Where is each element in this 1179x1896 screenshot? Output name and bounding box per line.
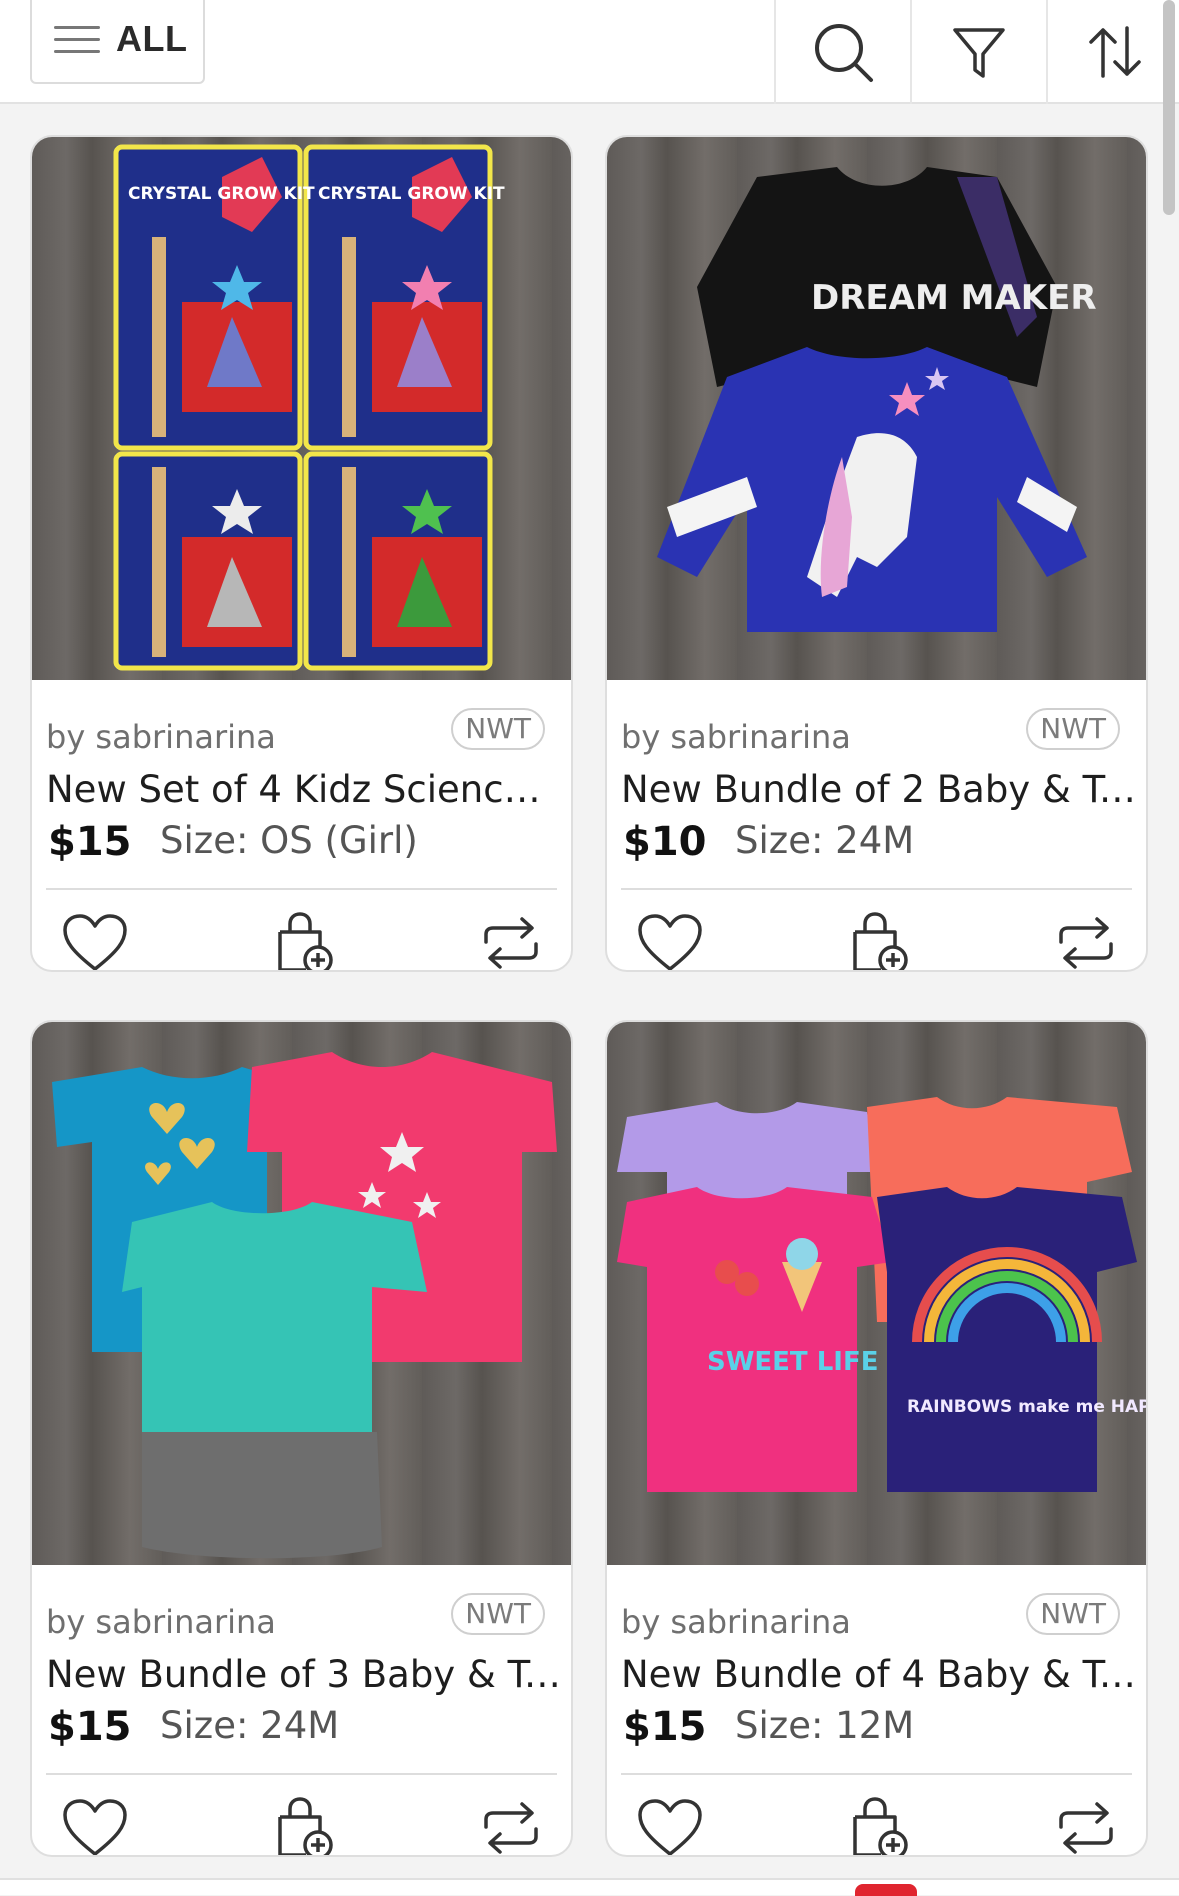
share-button[interactable] [1051, 1793, 1121, 1855]
crystal-kit-photo: CRYSTAL GROW KIT CRYSTAL GROW KIT [113, 144, 505, 671]
share-button[interactable] [476, 908, 546, 970]
seller-name[interactable]: by sabrinarina [46, 718, 276, 756]
condition-badge: NWT [1026, 1593, 1120, 1635]
divider [621, 888, 1132, 890]
share-icon [1059, 917, 1113, 969]
filter-button[interactable] [910, 0, 1046, 104]
add-to-bundle-button[interactable] [843, 908, 913, 970]
listing-price: $15 [48, 1704, 132, 1750]
heart-icon [63, 914, 127, 970]
share-icon [484, 1802, 538, 1854]
listing-size: Size: OS (Girl) [160, 819, 418, 862]
listing-title[interactable]: New Bundle of 4 Baby & To... [621, 1653, 1136, 1696]
listing-title[interactable]: New Bundle of 2 Baby & To... [621, 768, 1136, 811]
add-to-bundle-button[interactable] [268, 1793, 338, 1855]
listing-size: Size: 24M [160, 1704, 340, 1747]
dream-maker-label: DREAM MAKER [811, 278, 1097, 318]
listing-photo[interactable]: CRYSTAL GROW KIT CRYSTAL GROW KIT [32, 137, 571, 680]
bag-add-icon [278, 912, 333, 970]
seller-name[interactable]: by sabrinarina [46, 1603, 276, 1641]
heart-icon [638, 914, 702, 970]
top-toolbar: ALL [0, 0, 1179, 104]
seller-name[interactable]: by sabrinarina [621, 718, 851, 756]
menu-icon [54, 17, 100, 62]
tops-photo: SWEET LIFE RAINBOWS make me HAPPY [617, 1097, 1146, 1492]
bag-add-icon [853, 1797, 908, 1855]
bag-add-icon [278, 1797, 333, 1855]
crystal-label-1: CRYSTAL GROW KIT [128, 184, 315, 204]
search-icon [815, 24, 873, 82]
crystal-label-2: CRYSTAL GROW KIT [318, 184, 505, 204]
listing-photo[interactable] [32, 1022, 571, 1565]
listing-card[interactable]: SWEET LIFE RAINBOWS make me HAPPY by sab… [605, 1020, 1148, 1857]
condition-badge: NWT [451, 708, 545, 750]
listing-size: Size: 12M [735, 1704, 915, 1747]
scrollbar[interactable] [1163, 0, 1175, 215]
listing-title[interactable]: New Set of 4 Kidz Science... [46, 768, 561, 811]
like-button[interactable] [635, 1793, 705, 1855]
filter-icon [953, 28, 1005, 78]
listing-card[interactable]: DREAM MAKER by sabrinarina NWT New Bundl… [605, 135, 1148, 972]
add-to-bundle-button[interactable] [843, 1793, 913, 1855]
all-label: ALL [116, 18, 188, 59]
like-button[interactable] [60, 1793, 130, 1855]
listing-card[interactable]: by sabrinarina NWT New Bundle of 3 Baby … [30, 1020, 573, 1857]
search-button[interactable] [774, 0, 910, 104]
listing-title[interactable]: New Bundle of 3 Baby & To... [46, 1653, 561, 1696]
listing-price: $15 [48, 819, 132, 865]
tops-photo: DREAM MAKER [657, 167, 1097, 632]
sort-icon [1089, 26, 1141, 78]
sort-button[interactable] [1046, 0, 1179, 104]
all-categories-button[interactable]: ALL [30, 0, 205, 84]
heart-icon [63, 1799, 127, 1855]
divider [46, 1773, 557, 1775]
like-button[interactable] [60, 908, 130, 970]
share-button[interactable] [1051, 908, 1121, 970]
condition-badge: NWT [1026, 708, 1120, 750]
bottom-nav-bar [0, 1878, 1179, 1896]
listing-card[interactable]: CRYSTAL GROW KIT CRYSTAL GROW KIT by sab… [30, 135, 573, 972]
condition-badge: NWT [451, 1593, 545, 1635]
listing-size: Size: 24M [735, 819, 915, 862]
sell-button-peek[interactable] [855, 1884, 917, 1896]
share-button[interactable] [476, 1793, 546, 1855]
listing-price: $15 [623, 1704, 707, 1750]
divider [46, 888, 557, 890]
rainbows-label: RAINBOWS make me HAPPY [907, 1397, 1146, 1417]
sweet-life-label: SWEET LIFE [707, 1347, 878, 1377]
share-icon [1059, 1802, 1113, 1854]
divider [621, 1773, 1132, 1775]
listing-photo[interactable]: SWEET LIFE RAINBOWS make me HAPPY [607, 1022, 1146, 1565]
add-to-bundle-button[interactable] [268, 908, 338, 970]
heart-icon [638, 1799, 702, 1855]
tops-photo [52, 1052, 557, 1559]
listing-price: $10 [623, 819, 707, 865]
listing-photo[interactable]: DREAM MAKER [607, 137, 1146, 680]
bag-add-icon [853, 912, 908, 970]
like-button[interactable] [635, 908, 705, 970]
seller-name[interactable]: by sabrinarina [621, 1603, 851, 1641]
share-icon [484, 917, 538, 969]
